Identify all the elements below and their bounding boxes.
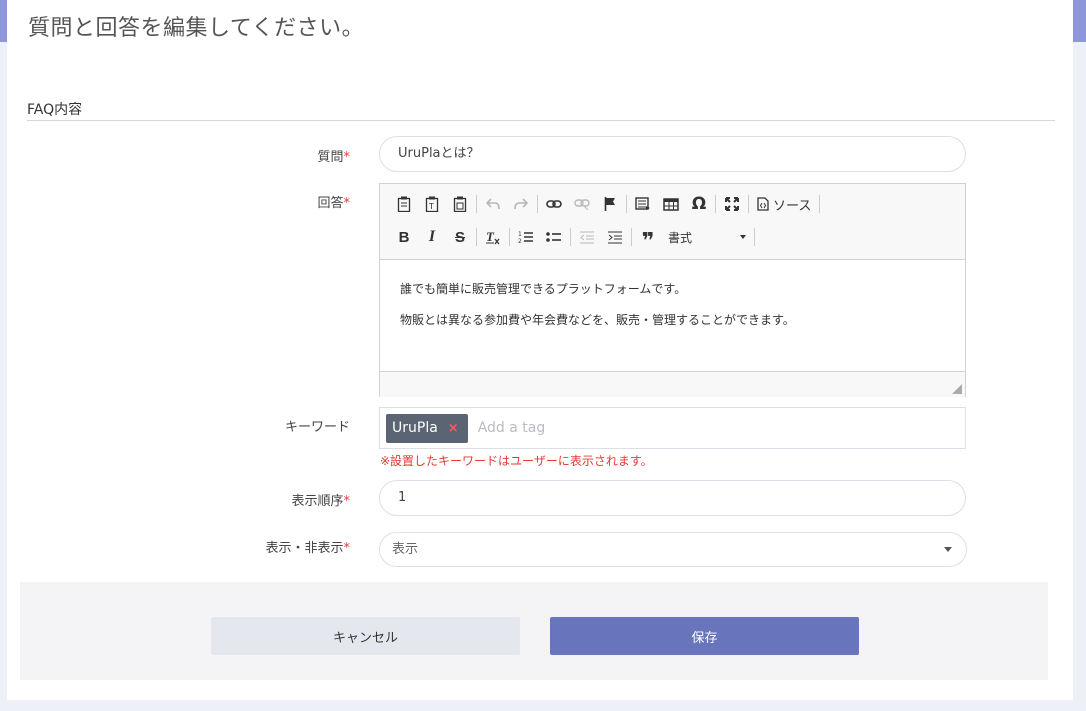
editor-footer — [380, 371, 965, 397]
visibility-label: 表示・非表示* — [150, 537, 350, 556]
toolbar-separator — [509, 228, 510, 246]
tag-chip-label: UruPla — [392, 420, 438, 436]
tag-remove-icon[interactable]: × — [448, 421, 459, 436]
editor-paragraph: 誰でも簡単に販売管理できるプラットフォームです。 — [400, 282, 687, 296]
svg-text:1: 1 — [518, 231, 522, 238]
required-mark: * — [343, 196, 351, 211]
toolbar-separator — [715, 195, 716, 213]
tag-chip: UruPla × — [386, 413, 468, 443]
svg-text:2: 2 — [518, 238, 522, 244]
paste-text-icon[interactable]: T — [418, 191, 446, 217]
indent-icon[interactable] — [601, 224, 629, 250]
italic-icon[interactable]: I — [418, 224, 446, 250]
answer-label-text: 回答 — [317, 196, 344, 211]
top-accent-right — [1072, 0, 1086, 42]
source-icon — [757, 197, 769, 211]
question-input-value: UruPlaとは？ — [398, 146, 480, 161]
order-input-value: 1 — [398, 490, 407, 505]
save-button[interactable]: 保存 — [550, 617, 859, 655]
toolbar-separator — [748, 195, 749, 213]
answer-label: 回答* — [150, 192, 350, 211]
bold-icon[interactable]: B — [390, 224, 418, 250]
anchor-flag-icon[interactable] — [596, 191, 624, 217]
toolbar-separator — [570, 228, 571, 246]
source-label: ソース — [773, 198, 812, 214]
svg-text:T: T — [428, 202, 434, 211]
toolbar-separator — [476, 195, 477, 213]
order-label: 表示順序* — [150, 490, 350, 509]
section-title: FAQ内容 — [27, 102, 83, 118]
format-dropdown[interactable]: 書式 — [662, 226, 752, 248]
toolbar-separator — [537, 195, 538, 213]
format-dropdown-label: 書式 — [668, 230, 693, 245]
image-icon[interactable] — [629, 191, 657, 217]
keywords-label: キーワード — [284, 420, 350, 435]
toolbar-separator — [819, 195, 821, 213]
question-label: 質問* — [150, 146, 350, 165]
unlink-icon[interactable] — [568, 191, 596, 217]
maximize-icon[interactable] — [718, 191, 746, 217]
editor-paragraph: 物販とは異なる参加費や年会費などを、販売・管理することができます。 — [400, 313, 795, 327]
add-tag-input[interactable] — [477, 420, 778, 436]
undo-icon[interactable] — [479, 191, 507, 217]
chevron-down-icon — [944, 547, 952, 552]
section-divider — [27, 120, 1055, 121]
redo-icon[interactable] — [507, 191, 535, 217]
outdent-icon[interactable] — [573, 224, 601, 250]
remove-format-icon[interactable]: T — [479, 224, 507, 250]
toolbar-row-1: T Ω ソース — [390, 191, 822, 217]
paste-word-icon[interactable] — [446, 191, 474, 217]
visibility-select-value: 表示 — [392, 542, 419, 557]
strikethrough-icon[interactable]: S — [446, 224, 474, 250]
toolbar-separator — [476, 228, 477, 246]
editor-toolbar: T Ω ソース B I S T 1 2 ❞ 書式 — [380, 184, 965, 260]
chevron-down-icon — [740, 235, 746, 239]
answer-editor: T Ω ソース B I S T 1 2 ❞ 書式 誰でも簡単に販売管理できるプラ… — [379, 183, 966, 397]
resize-grip-icon[interactable] — [952, 384, 962, 394]
editor-content[interactable]: 誰でも簡単に販売管理できるプラットフォームです。 物販とは異なる参加費や年会費な… — [380, 260, 965, 371]
order-input[interactable]: 1 — [379, 480, 966, 516]
numbered-list-icon[interactable]: 12 — [512, 224, 540, 250]
paste-icon[interactable] — [390, 191, 418, 217]
visibility-label-text: 表示・非表示 — [265, 541, 344, 556]
required-mark: * — [343, 150, 351, 165]
source-button[interactable]: ソース — [751, 191, 817, 217]
toolbar-separator — [626, 195, 627, 213]
toolbar-row-2: B I S T 12 ❞ 書式 — [390, 224, 757, 254]
question-label-text: 質問 — [317, 150, 344, 165]
svg-text:T: T — [486, 230, 495, 244]
keywords-tag-input[interactable]: UruPla × — [379, 407, 966, 449]
keywords-hint: ※設置したキーワードはユーザーに表示されます。 — [380, 454, 653, 468]
page-title: 質問と回答を編集してください。 — [28, 16, 365, 41]
blockquote-icon[interactable]: ❞ — [634, 224, 662, 254]
bulleted-list-icon[interactable] — [540, 224, 568, 250]
link-icon[interactable] — [540, 191, 568, 217]
table-icon[interactable] — [657, 191, 685, 217]
question-input[interactable]: UruPlaとは？ — [379, 136, 966, 172]
order-label-text: 表示順序 — [291, 494, 344, 509]
toolbar-separator — [754, 228, 755, 246]
visibility-select[interactable]: 表示 — [379, 532, 967, 567]
toolbar-separator — [631, 228, 632, 246]
form-actions-panel: キャンセル 保存 — [20, 582, 1048, 680]
special-char-omega-icon[interactable]: Ω — [685, 191, 713, 217]
required-mark: * — [343, 494, 351, 509]
required-mark: * — [343, 541, 351, 556]
cancel-button[interactable]: キャンセル — [211, 617, 520, 655]
